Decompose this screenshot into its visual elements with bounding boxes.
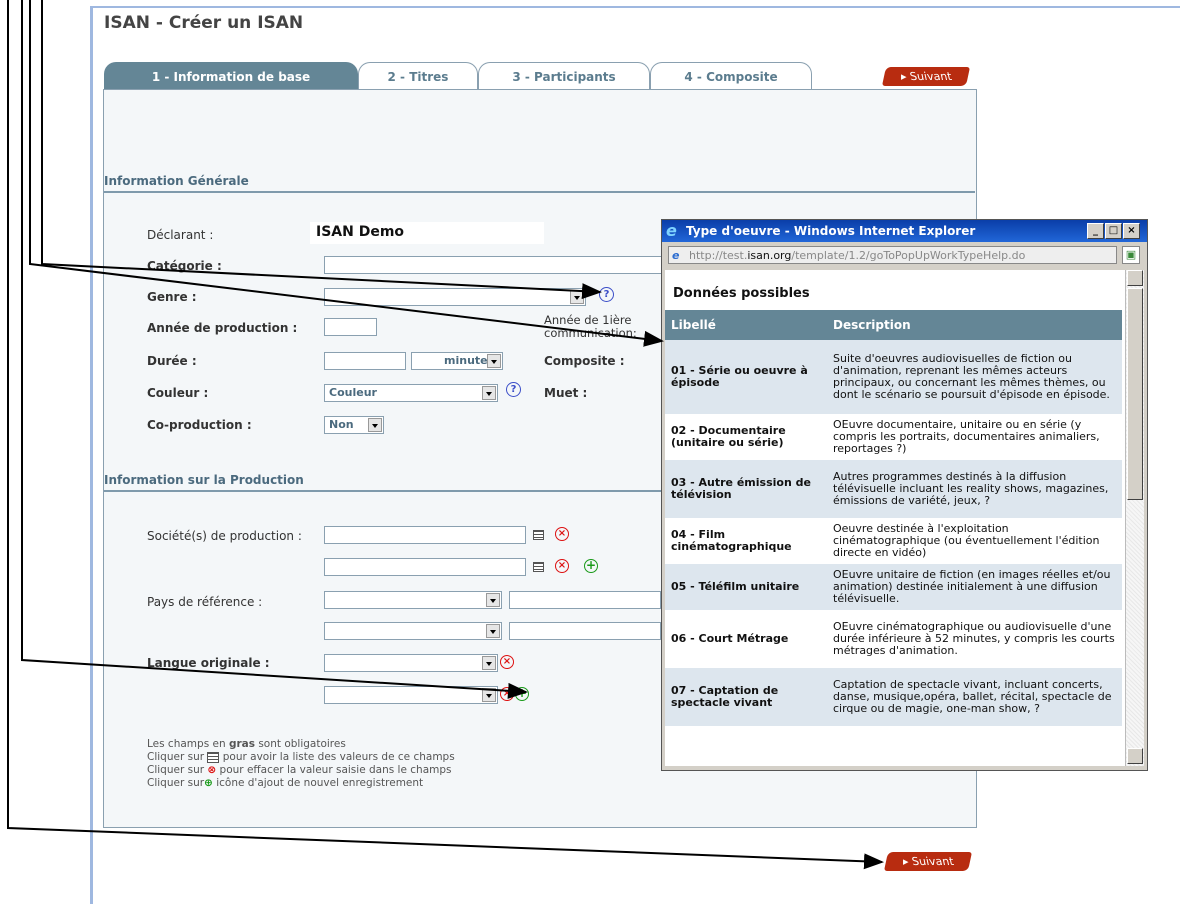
arrow-to-add-icon (21, 0, 528, 699)
arrow-to-next-button (7, 0, 884, 870)
annotation-arrows (7, 0, 884, 870)
arrow-to-help-icon (41, 0, 602, 300)
